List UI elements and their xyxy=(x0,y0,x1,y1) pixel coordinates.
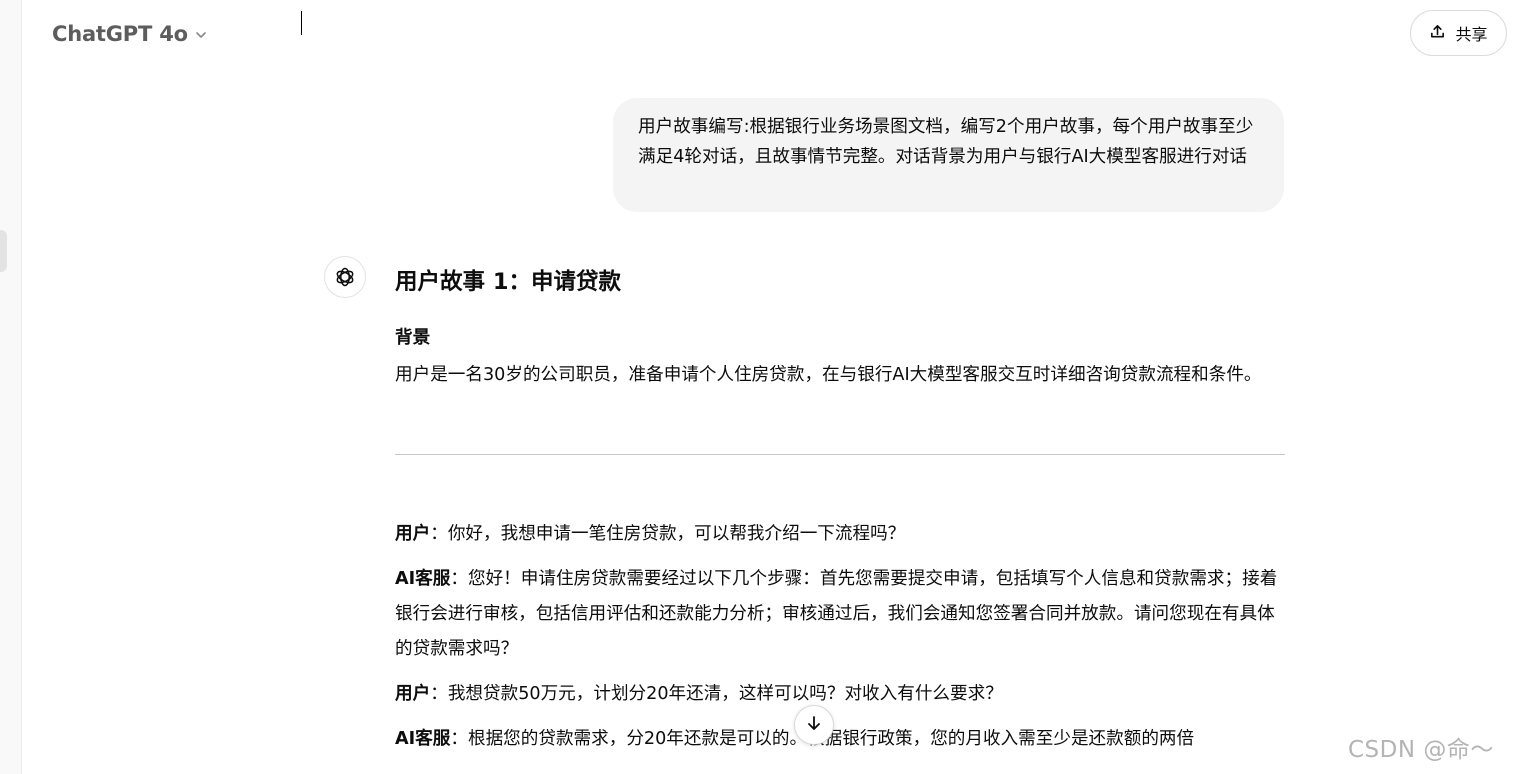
speaker-label: AI客服 xyxy=(395,569,451,589)
sidebar-rail xyxy=(0,0,22,774)
sidebar-toggle-handle[interactable] xyxy=(0,230,7,272)
user-message-bubble: 用户故事编写:根据银行业务场景图文档，编写2个用户故事，每个用户故事至少满足4轮… xyxy=(613,98,1284,212)
separator: ： xyxy=(430,684,448,704)
separator: ： xyxy=(430,524,448,544)
text-caret xyxy=(301,11,302,35)
speaker-label: 用户 xyxy=(395,524,431,544)
turn-text: 我想贷款50万元，计划分20年还清，这样可以吗？对收入有什么要求？ xyxy=(447,684,1003,704)
dialogue-turn: 用户：你好，我想申请一笔住房贷款，可以帮我介绍一下流程吗？ xyxy=(395,517,1285,552)
background-heading: 背景 xyxy=(395,328,431,348)
watermark: CSDN @命～ xyxy=(1348,737,1494,763)
speaker-label: AI客服 xyxy=(395,729,451,749)
dialogue-turn: 用户：我想贷款50万元，计划分20年还清，这样可以吗？对收入有什么要求？ xyxy=(395,677,1285,712)
upload-icon xyxy=(1429,23,1446,44)
separator: ： xyxy=(450,729,468,749)
openai-logo-icon xyxy=(324,256,366,298)
speaker-label: 用户 xyxy=(395,684,431,704)
dialogue-list: 用户：你好，我想申请一笔住房贷款，可以帮我介绍一下流程吗？ AI客服：您好！申请… xyxy=(395,517,1285,757)
chevron-down-icon xyxy=(194,27,208,41)
turn-text: 您好！申请住房贷款需要经过以下几个步骤：首先您需要提交申请，包括填写个人信息和贷… xyxy=(395,569,1278,659)
dialogue-turn: AI客服：根据您的贷款需求，分20年还款是可以的。根据银行政策，您的月收入需至少… xyxy=(395,722,1285,757)
background-text: 用户是一名30岁的公司职员，准备申请个人住房贷款，在与银行AI大模型客服交互时详… xyxy=(395,365,1262,385)
model-name: ChatGPT 4o xyxy=(52,22,188,46)
arrow-down-icon xyxy=(805,714,823,736)
divider xyxy=(395,454,1285,455)
model-selector[interactable]: ChatGPT 4o xyxy=(44,14,216,54)
share-label: 共享 xyxy=(1455,25,1488,44)
share-button[interactable]: 共享 xyxy=(1410,10,1507,56)
separator: ： xyxy=(450,569,468,589)
story-title: 用户故事 1：申请贷款 xyxy=(395,269,621,295)
dialogue-turn: AI客服：您好！申请住房贷款需要经过以下几个步骤：首先您需要提交申请，包括填写个… xyxy=(395,562,1285,667)
assistant-message: 用户故事 1：申请贷款 背景 用户是一名30岁的公司职员，准备申请个人住房贷款，… xyxy=(395,262,1285,767)
turn-text: 你好，我想申请一笔住房贷款，可以帮我介绍一下流程吗？ xyxy=(447,524,906,544)
scroll-to-bottom-button[interactable] xyxy=(794,705,834,745)
